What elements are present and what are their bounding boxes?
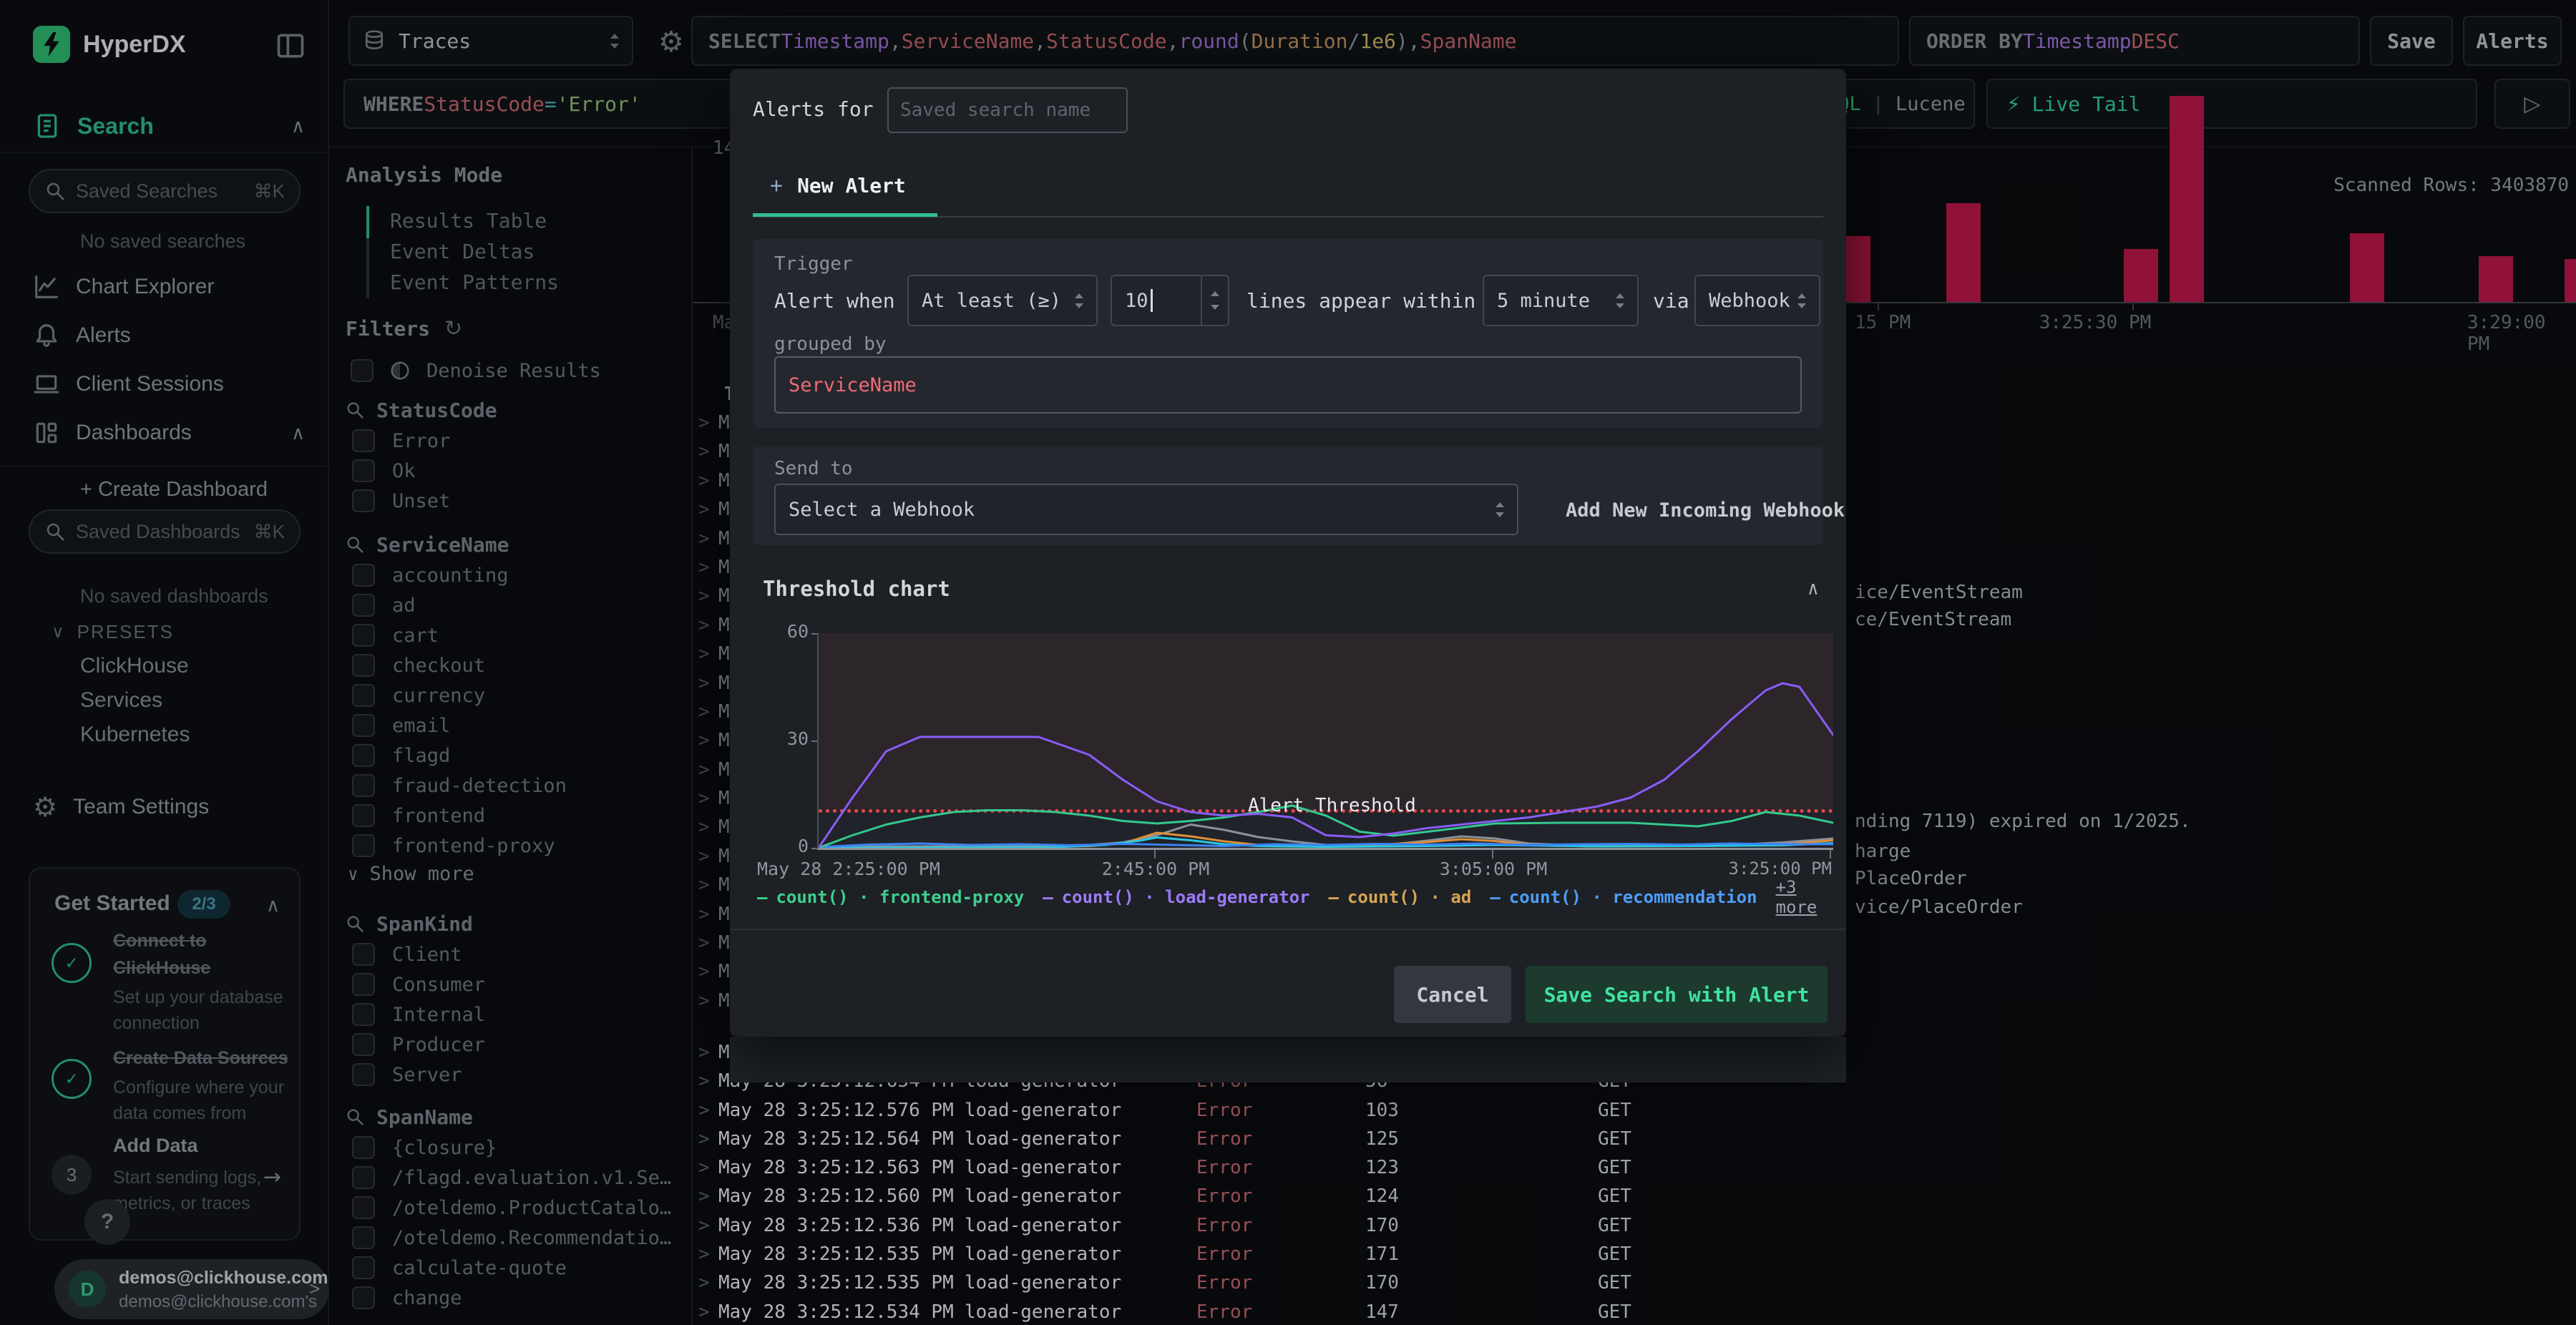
- chevron-updown-icon: [1616, 293, 1624, 308]
- alert-threshold-label: Alert Threshold: [1248, 795, 1416, 816]
- grouped-by-label: grouped by: [774, 333, 887, 355]
- saved-search-name-input[interactable]: Saved search name: [887, 87, 1128, 133]
- time-window-select[interactable]: 5 minute: [1483, 275, 1639, 326]
- channel-value: Webhook: [1709, 289, 1790, 312]
- threshold-operator-select[interactable]: At least (≥): [907, 275, 1098, 326]
- grouped-by-input[interactable]: ServiceName: [774, 356, 1802, 414]
- tab-new-alert[interactable]: + New Alert: [770, 173, 906, 198]
- grouped-by-value: ServiceName: [789, 373, 917, 396]
- chevron-updown-icon: [1496, 502, 1504, 517]
- threshold-operator-value: At least (≥): [922, 289, 1062, 312]
- chart-line: [819, 682, 1833, 848]
- threshold-value: 10: [1125, 289, 1148, 312]
- webhook-select[interactable]: Select a Webhook: [774, 484, 1518, 535]
- channel-select[interactable]: Webhook: [1694, 275, 1820, 326]
- legend-label: count() · recommendation: [1508, 887, 1757, 907]
- legend-item[interactable]: — count() · frontend-proxy: [757, 887, 1024, 907]
- add-webhook-button[interactable]: Add New Incoming Webhook: [1566, 499, 1845, 522]
- hovered-row-highlight: [730, 1037, 1846, 1082]
- x-tick-label: May 28 2:25:00 PM: [757, 859, 940, 879]
- collapse-chart-icon[interactable]: ∧: [1807, 578, 1819, 600]
- x-tick: [1830, 850, 1831, 859]
- x-tick: [1154, 850, 1156, 859]
- legend-label: count() · ad: [1347, 887, 1472, 907]
- save-search-with-alert-button[interactable]: Save Search with Alert: [1526, 966, 1828, 1023]
- text-cursor: [1150, 289, 1153, 312]
- y-tick: [811, 740, 817, 742]
- legend-dash-icon: —: [1490, 887, 1501, 907]
- cancel-button[interactable]: Cancel: [1394, 966, 1511, 1023]
- plus-icon: +: [770, 173, 784, 198]
- legend-item[interactable]: — count() · load-generator: [1043, 887, 1309, 907]
- legend-more-button[interactable]: +3 more: [1776, 877, 1846, 917]
- trigger-label: Trigger: [774, 253, 853, 275]
- time-window-value: 5 minute: [1497, 289, 1591, 312]
- legend-item[interactable]: — count() · ad: [1328, 887, 1471, 907]
- y-tick-label: 0: [797, 836, 809, 856]
- legend-label: count() · load-generator: [1061, 887, 1310, 907]
- legend-label: count() · frontend-proxy: [776, 887, 1025, 907]
- chevron-updown-icon: [1797, 293, 1806, 308]
- chevron-updown-icon: [1075, 293, 1083, 308]
- legend-dash-icon: —: [1328, 887, 1339, 907]
- x-tick: [1492, 850, 1493, 859]
- tab-active-indicator: [753, 213, 937, 217]
- alert-when-label: Alert when: [774, 289, 895, 313]
- via-label: via: [1653, 289, 1689, 313]
- threshold-chart-plot: Alert Threshold: [817, 633, 1833, 850]
- send-to-section: Send to Select a Webhook Add New Incomin…: [753, 446, 1845, 545]
- threshold-value-input[interactable]: 10: [1111, 275, 1229, 326]
- y-tick: [811, 848, 817, 849]
- alert-modal: Alerts for Saved search name + New Alert…: [730, 69, 1846, 1037]
- legend-dash-icon: —: [1043, 887, 1053, 907]
- threshold-chart-title: Threshold chart: [763, 577, 950, 601]
- y-tick: [811, 633, 817, 635]
- x-tick-label: 3:25:00 PM: [1728, 859, 1833, 879]
- send-to-label: Send to: [774, 458, 853, 479]
- chart-legend: — count() · frontend-proxy — count() · l…: [757, 877, 1846, 917]
- y-tick-label: 60: [786, 621, 809, 642]
- app-root: HyperDX Search ∧ Saved Searches ⌘K No sa…: [0, 0, 2576, 1325]
- x-tick-label: 2:45:00 PM: [1101, 859, 1210, 879]
- tab-label: New Alert: [797, 174, 906, 197]
- x-tick-label: 3:05:00 PM: [1439, 859, 1548, 879]
- modal-title: Alerts for: [753, 97, 874, 121]
- modal-footer-divider: [730, 929, 1846, 930]
- legend-item[interactable]: — count() · recommendation: [1490, 887, 1757, 907]
- number-stepper[interactable]: [1201, 276, 1228, 325]
- saved-search-name-placeholder: Saved search name: [900, 99, 1091, 121]
- y-tick-label: 30: [786, 728, 809, 749]
- trigger-section: Trigger Alert when At least (≥) 10 lines…: [753, 239, 1823, 428]
- legend-dash-icon: —: [757, 887, 768, 907]
- stepper-up-icon[interactable]: [1211, 291, 1219, 296]
- lines-within-label: lines appear within: [1246, 289, 1476, 313]
- stepper-down-icon[interactable]: [1211, 305, 1219, 310]
- webhook-select-value: Select a Webhook: [789, 498, 975, 521]
